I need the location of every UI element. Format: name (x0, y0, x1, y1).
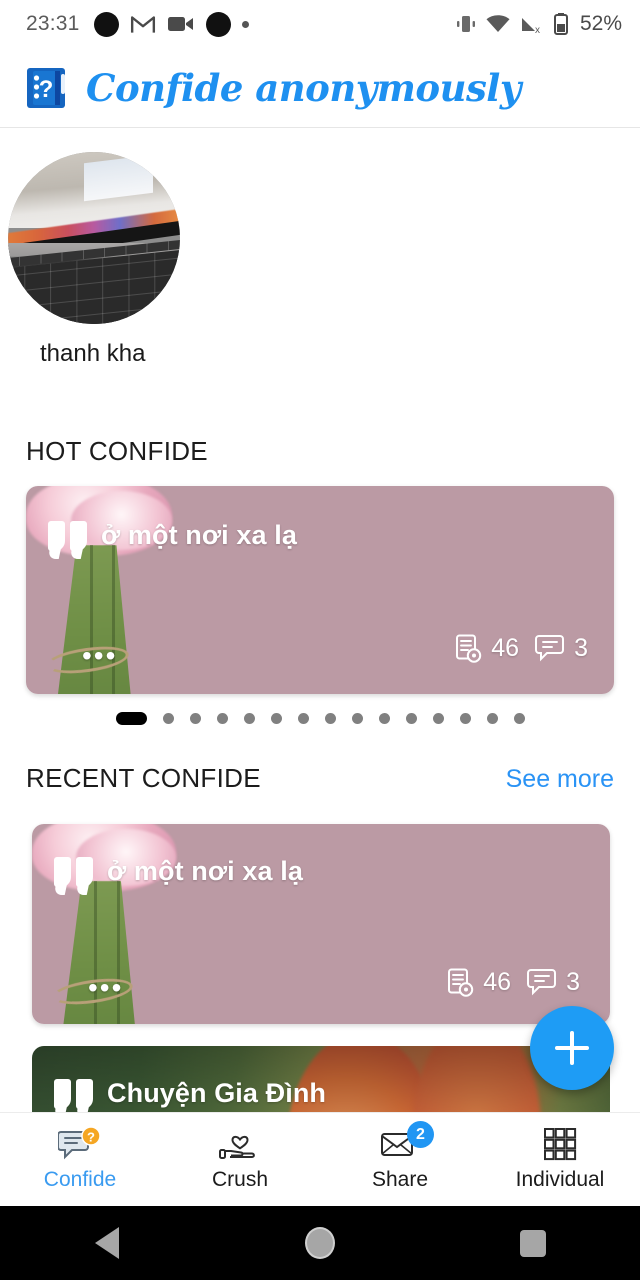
pager-dot[interactable] (115, 712, 147, 725)
svg-text:x: x (535, 25, 540, 35)
share-badge: 2 (407, 1121, 434, 1148)
pager-dot[interactable] (378, 713, 390, 724)
hot-confide-header: HOT CONFIDE (0, 436, 640, 467)
document-views-icon (456, 634, 482, 663)
card-title-row: Chuyện Gia Đình (54, 1078, 326, 1109)
profile-section: thanh kha (0, 152, 640, 402)
wifi-icon (486, 15, 510, 32)
comment-bubble-icon (535, 635, 565, 662)
nav-label-confide: Confide (43, 1168, 117, 1191)
quote-icon (54, 856, 93, 887)
comments-stat: 3 (535, 634, 588, 663)
hand-heart-icon (218, 1127, 262, 1161)
grid-icon (538, 1127, 582, 1161)
nav-item-confide[interactable]: ? Confide (0, 1113, 160, 1206)
video-camera-icon (167, 17, 193, 31)
views-count: 46 (483, 968, 512, 996)
pager-dot[interactable] (405, 713, 417, 724)
envelope-icon: 2 (378, 1121, 434, 1161)
status-bar-system-icons: x 52% (456, 12, 622, 36)
avatar[interactable] (8, 152, 180, 324)
comments-count: 3 (566, 968, 580, 996)
pager-dot[interactable] (243, 713, 255, 724)
views-stat: 46 (447, 968, 511, 997)
quote-icon (54, 1078, 93, 1109)
card-title: ở một nơi xa lạ (101, 520, 297, 550)
nav-label-share: Share (371, 1168, 429, 1191)
pager-dot[interactable] (297, 713, 309, 724)
card-title-row: ở một nơi xa lạ (54, 856, 303, 887)
pager-dot[interactable] (216, 713, 228, 724)
comment-bubble-icon (527, 969, 557, 996)
status-bar-notification-icons (93, 11, 456, 37)
card-stats: 46 3 (447, 968, 580, 997)
pager-dot[interactable] (432, 713, 444, 724)
nav-label-crush: Crush (211, 1168, 269, 1191)
home-circle-icon (304, 1227, 335, 1259)
card-title-row: ở một nơi xa lạ (48, 520, 297, 551)
card-stats: 46 3 (455, 634, 588, 663)
nav-item-share[interactable]: 2 Share (320, 1113, 480, 1206)
svg-text:?: ? (39, 76, 54, 103)
android-back-button[interactable] (0, 1227, 213, 1259)
create-confide-button[interactable] (530, 1006, 614, 1090)
pager-dot[interactable] (459, 713, 471, 724)
svg-text:?: ? (87, 1130, 95, 1145)
hot-confide-card[interactable]: ở một nơi xa lạ ••• 46 3 (26, 486, 614, 694)
pager-dot[interactable] (162, 713, 174, 724)
back-triangle-icon (94, 1227, 119, 1259)
views-count: 46 (491, 634, 520, 662)
recents-square-icon (520, 1229, 547, 1257)
card-title: Chuyện Gia Đình (107, 1078, 327, 1108)
battery-icon (553, 13, 568, 35)
android-home-button[interactable] (213, 1227, 426, 1259)
gmail-icon (130, 16, 155, 33)
circle-icon (93, 11, 119, 37)
vibrate-icon (456, 16, 475, 32)
pager-dot[interactable] (513, 713, 525, 724)
app-screen: 23:31 x 52% ? Confide anonymously thanh … (0, 0, 640, 1280)
android-navigation-bar (0, 1206, 640, 1280)
recent-confide-card[interactable]: ở một nơi xa lạ ••• 46 3 (32, 824, 610, 1024)
card-title: ở một nơi xa lạ (107, 856, 303, 886)
nav-label-individual: Individual (515, 1168, 605, 1191)
recent-confide-header: RECENT CONFIDE See more (0, 763, 640, 794)
small-dot-icon (241, 20, 249, 28)
status-bar: 23:31 x 52% (0, 0, 640, 48)
nav-item-individual[interactable]: Individual (480, 1113, 640, 1206)
battery-percent: 52% (579, 12, 622, 35)
android-recents-button[interactable] (427, 1229, 640, 1257)
quote-icon (48, 520, 87, 551)
pager-dot[interactable] (189, 713, 201, 724)
circle-icon (205, 11, 231, 37)
card-more-icon[interactable]: ••• (82, 642, 117, 670)
comments-stat: 3 (527, 968, 580, 997)
card-more-icon[interactable]: ••• (88, 974, 123, 1002)
pager-dot[interactable] (270, 713, 282, 724)
see-more-link[interactable]: See more (506, 765, 614, 794)
document-views-icon (448, 968, 474, 997)
section-title-recent: RECENT CONFIDE (26, 763, 261, 793)
app-header: ? Confide anonymously (0, 48, 640, 128)
section-title-hot: HOT CONFIDE (26, 436, 208, 466)
status-bar-time: 23:31 (26, 12, 80, 35)
cellular-off-icon: x (521, 18, 540, 35)
pager-dot[interactable] (324, 713, 336, 724)
profile-name: thanh kha (40, 340, 146, 367)
pager-dot[interactable] (486, 713, 498, 724)
comments-count: 3 (574, 634, 588, 662)
nav-item-crush[interactable]: Crush (160, 1113, 320, 1206)
bottom-navigation: ? Confide Crush 2 Share Individual (0, 1112, 640, 1206)
app-title: Confide anonymously (86, 65, 521, 110)
pager-dot[interactable] (351, 713, 363, 724)
chat-question-icon: ? (57, 1126, 102, 1161)
carousel-pager[interactable] (0, 712, 640, 725)
question-notebook-icon: ? (24, 65, 70, 111)
views-stat: 46 (455, 634, 519, 663)
